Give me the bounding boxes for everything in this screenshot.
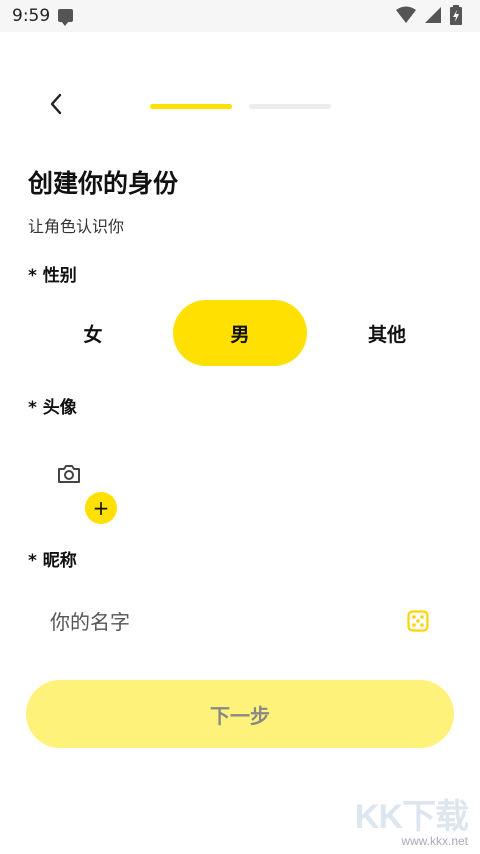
nickname-input[interactable] [50,606,380,638]
back-button[interactable] [40,88,72,120]
watermark: KK下载 www.kkx.net [354,798,469,848]
signal-icon [425,7,441,23]
nickname-label: * 昵称 [28,551,77,571]
gender-label: * 性别 [28,266,77,286]
next-step-button[interactable]: 下一步 [26,680,454,748]
gender-selector: 女 男 其他 [26,300,454,366]
page-subtitle: 让角色认识你 [28,217,125,236]
dice-icon[interactable] [407,610,429,632]
progress-step-2 [249,104,331,109]
page-title: 创建你的身份 [28,169,179,198]
gender-option-female[interactable]: 女 [26,300,160,366]
wifi-icon [396,6,416,23]
gender-option-other[interactable]: 其他 [320,300,454,366]
message-icon [58,9,73,26]
watermark-logo: KK下载 [354,798,469,836]
status-bar: 9:59 [0,0,480,32]
progress-step-1 [150,104,232,109]
status-icons [396,5,462,25]
chevron-left-icon [50,93,62,115]
status-time: 9:59 [12,6,51,26]
battery-icon [450,5,462,25]
add-avatar-button[interactable]: + [85,492,117,524]
camera-icon[interactable] [56,462,82,486]
avatar-label: * 头像 [28,398,77,418]
gender-option-male[interactable]: 男 [173,300,307,366]
watermark-url: www.kkx.net [401,834,468,848]
